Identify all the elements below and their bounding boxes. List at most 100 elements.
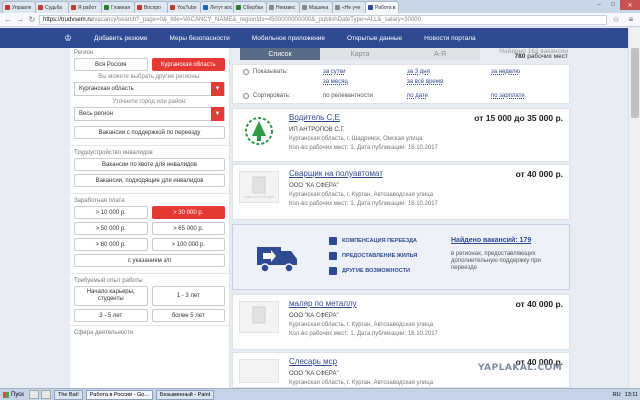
page-scrollbar[interactable] [628, 28, 640, 388]
disabled-quota-button[interactable]: Вакансии по квоте для инвалидов [74, 158, 225, 171]
exp-1-3-button[interactable]: 1 - 3 лет [151, 286, 225, 306]
star-icon[interactable]: ☆ [610, 15, 622, 25]
building-placeholder-icon [252, 306, 266, 324]
region-all-button[interactable]: Вся Россия [74, 58, 148, 71]
browser-tab[interactable]: Судьба [35, 1, 69, 13]
region-select[interactable]: Курганская область ▼ [74, 82, 225, 96]
salary-title: Заработная плата [70, 193, 229, 206]
job-card: РАБОТА В РОССИИ Сварщик на полуавтомат о… [232, 164, 570, 220]
exp-5-plus-button[interactable]: более 5 лет [151, 309, 225, 322]
filter-panel: Регион Вся Россия Курганская область Вы … [70, 48, 230, 388]
company-logo [239, 359, 279, 383]
browser-tab[interactable]: Летут вос [200, 1, 234, 13]
job-title[interactable]: Водитель С,Е [289, 113, 340, 122]
emblem-icon[interactable]: ♔ [62, 32, 74, 44]
nav-add-resume[interactable]: Добавить резюме [94, 35, 148, 42]
url-host: https://trudvsem.ru [43, 16, 93, 23]
feature-housing: ПРЕДОСТАВЛЕНИЕ ЖИЛЬЯ [329, 252, 417, 260]
start-label: Пуск [11, 391, 24, 398]
salary-80k-button[interactable]: > 80 000 р. [74, 238, 148, 251]
job-salary: от 40 000 р. [515, 169, 563, 179]
url-input[interactable]: https://trudvsem.ru/vacancy/search?_page… [39, 14, 607, 25]
sort-date[interactable]: по дате [407, 93, 428, 99]
browser-tab[interactable]: Я работ [68, 1, 102, 13]
region-select-value: Курганская область [79, 86, 134, 92]
city-select-value: Весь регион [79, 111, 113, 117]
star-icon [329, 267, 337, 275]
task-browser[interactable]: Работа в России - Go... [85, 389, 153, 400]
browser-tab[interactable]: Воспро [134, 1, 168, 13]
quicklaunch-icon[interactable] [29, 390, 39, 399]
reload-icon[interactable]: ↻ [27, 15, 37, 25]
found-vacancies-link[interactable]: Найдено вакансий: 179 [451, 237, 531, 244]
show-day[interactable]: за сутки [323, 69, 345, 75]
browser-tab[interactable]: «Не уче [332, 1, 366, 13]
salary-65k-button[interactable]: > 65 000 р. [151, 222, 225, 235]
city-select[interactable]: Весь регион ▼ [74, 107, 225, 121]
nav-news[interactable]: Новости портала [424, 35, 476, 42]
job-address: Курганская область, г. Курган, Автозавод… [289, 192, 434, 198]
browser-tab[interactable]: Сбербан [233, 1, 267, 13]
job-meta: Кол-во рабочих мест: 1. Дата публикации:… [289, 145, 438, 151]
tab-list[interactable]: Список [240, 48, 320, 60]
company-logo: РАБОТА В РОССИИ [239, 171, 279, 203]
vacancy-stats: Найдено 163 вакансии 780 рабочих мест [488, 48, 568, 60]
exp-3-5-button[interactable]: 3 - 5 лет [74, 309, 148, 322]
region-selected-button[interactable]: Курганская область [151, 58, 225, 71]
job-meta: Кол-во рабочих мест: 1. Дата публикации:… [289, 201, 438, 207]
language-indicator[interactable]: RU [613, 392, 621, 398]
salary-30k-button[interactable]: > 30 000 р. [151, 206, 225, 219]
browser-tab[interactable]: Машина [299, 1, 333, 13]
browser-tab[interactable]: Неизвес [266, 1, 300, 13]
sort-salary[interactable]: по зарплате [491, 93, 525, 99]
disabled-suitable-button[interactable]: Вакансии, подходящие для инвалидов [74, 174, 225, 187]
job-title[interactable]: маляр по металлу [289, 299, 357, 308]
show-all-time[interactable]: за всё время [407, 79, 443, 85]
start-button[interactable]: Пуск [1, 390, 27, 400]
salary-specified-button[interactable]: с указанием з/п [74, 254, 225, 267]
address-bar: ← → ↻ https://trudvsem.ru/vacancy/search… [0, 13, 640, 27]
favicon-icon [302, 5, 307, 10]
browser-tab-strip: Управле Судьба Я работ Главная Воспро YouTube… [0, 0, 640, 13]
salary-10k-button[interactable]: > 10 000 р. [74, 206, 148, 219]
job-title[interactable]: Слесарь мср [289, 357, 337, 366]
exp-start-button[interactable]: Начало карьеры, студенты [74, 286, 148, 306]
show-week[interactable]: за неделю [491, 69, 520, 75]
browser-tab-label: «Не уче [342, 4, 361, 11]
minimize-icon[interactable]: – [592, 0, 606, 10]
forward-icon[interactable]: → [15, 15, 25, 25]
nav-safety[interactable]: Меры безопасности [170, 35, 230, 42]
tab-map[interactable]: Карта [320, 48, 400, 60]
relocation-button[interactable]: Вакансии с поддержкой по переезду [74, 126, 225, 139]
back-icon[interactable]: ← [3, 15, 13, 25]
salary-100k-button[interactable]: > 100 000 р. [151, 238, 225, 251]
sort-filter-box: Показывать: за сутки за 3 дня за неделю … [232, 64, 570, 104]
nav-open-data[interactable]: Открытые данные [347, 35, 402, 42]
window-controls: – □ ✕ [592, 0, 640, 10]
salary-50k-button[interactable]: > 50 000 р. [74, 222, 148, 235]
browser-tab[interactable]: Работа в [365, 1, 399, 13]
show-3days[interactable]: за 3 дня [407, 69, 430, 75]
relocation-banner[interactable]: КОМПЕНСАЦИЯ ПЕРЕЕЗДА ПРЕДОСТАВЛЕНИЕ ЖИЛЬ… [232, 224, 570, 290]
job-card: Водитель С,Е от 15 000 до 35 000 р. ИП А… [232, 108, 570, 162]
tab-az[interactable]: А-Я [400, 48, 480, 60]
job-meta: Кол-во рабочих мест: 1. Дата публикации:… [289, 331, 438, 337]
browser-tab[interactable]: YouTube [167, 1, 201, 13]
job-title[interactable]: Сварщик на полуавтомат [289, 169, 383, 178]
menu-icon[interactable]: ≡ [625, 15, 637, 25]
task-paint[interactable]: Безымянный - Paint [155, 389, 215, 400]
browser-tab[interactable]: Управле [2, 1, 36, 13]
task-the-bat[interactable]: The Bat! [54, 389, 83, 400]
feature-label: ПРЕДОСТАВЛЕНИЕ ЖИЛЬЯ [342, 253, 418, 259]
sort-relevance[interactable]: по релевантности [323, 93, 373, 99]
nav-mobile-app[interactable]: Мобильное приложение [252, 35, 325, 42]
quicklaunch-icon[interactable] [41, 390, 51, 399]
stats-suffix: рабочих мест [527, 53, 568, 60]
close-icon[interactable]: ✕ [620, 0, 640, 10]
company-logo [239, 301, 279, 333]
job-address: Курганская область, г. Курган, Автозавод… [289, 322, 434, 328]
scrollbar-thumb[interactable] [631, 48, 639, 118]
maximize-icon[interactable]: □ [606, 0, 620, 10]
browser-tab[interactable]: Главная [101, 1, 135, 13]
show-month[interactable]: за месяц [323, 79, 348, 85]
